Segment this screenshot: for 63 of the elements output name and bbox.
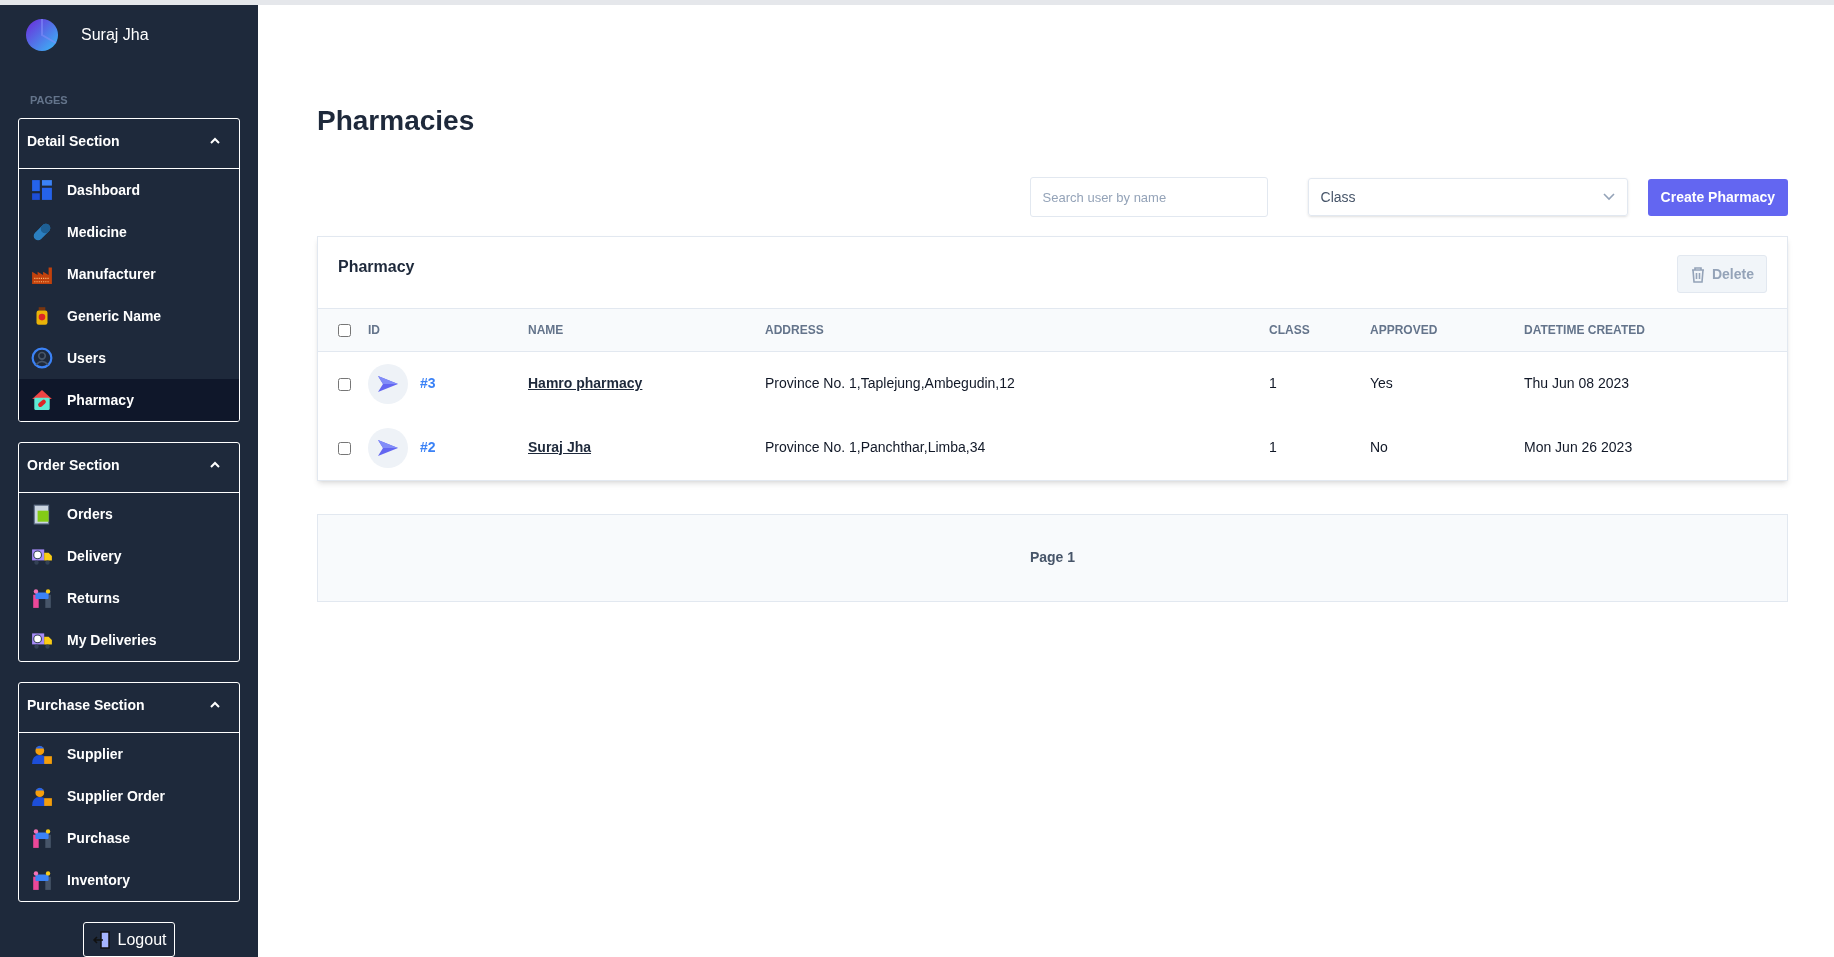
sidebar-item[interactable]: Purchase xyxy=(19,817,239,859)
worker-with-box-icon xyxy=(31,785,53,807)
checkbox[interactable] xyxy=(338,441,351,455)
sidebar-heading: PAGES xyxy=(29,92,69,108)
search-field[interactable]: Search user by name xyxy=(1029,177,1268,217)
class-cell: 1 xyxy=(1269,375,1277,392)
column-header: NAME xyxy=(528,323,564,337)
class-select[interactable]: Class xyxy=(1307,178,1628,216)
sidebar-item[interactable]: Pharmacy xyxy=(19,379,239,421)
column-header: CLASS xyxy=(1269,323,1310,337)
sidebar-item[interactable]: Generic Name xyxy=(19,295,239,337)
chevron-up-icon xyxy=(209,136,221,146)
class-cell: 1 xyxy=(1269,439,1277,455)
name-link[interactable]: Hamro pharmacy xyxy=(528,375,643,392)
sidebar-item[interactable]: Orders xyxy=(19,493,239,535)
address-cell: Province No. 1,Panchthar,Limba,34 xyxy=(765,439,986,455)
page-title: Pharmacies xyxy=(317,104,476,138)
column-header: ID xyxy=(368,323,380,337)
id-link[interactable]: #3 xyxy=(420,373,436,395)
user-name: Suraj Jha xyxy=(81,24,149,45)
address-cell: Province No. 1,Taplejung,Ambegudin,12 xyxy=(765,375,1015,392)
chevron-down-icon xyxy=(1602,193,1615,201)
sidebar-item[interactable]: Supplier Order xyxy=(19,775,239,817)
people-carrying-box-icon xyxy=(31,869,53,891)
date-cell: Thu Jun 08 2023 xyxy=(1524,375,1630,392)
house-icon xyxy=(31,389,53,411)
avatar-icon xyxy=(26,18,58,51)
chevron-up-icon xyxy=(209,460,221,470)
sidebar-item[interactable]: Inventory xyxy=(19,859,239,901)
sidebar-item[interactable]: Users xyxy=(19,337,239,379)
people-carrying-box-icon xyxy=(31,827,53,849)
section-header[interactable]: Purchase Section xyxy=(19,683,239,732)
logout-icon xyxy=(91,929,112,950)
sidebar-item[interactable]: Manufacturer xyxy=(19,253,239,295)
column-header: APPROVED xyxy=(1370,323,1438,337)
section-header[interactable]: Order Section xyxy=(19,443,239,492)
logout-button[interactable]: Logout xyxy=(82,922,176,957)
sidebar-item[interactable]: My Deliveries xyxy=(19,619,239,661)
sidebar-item[interactable]: Returns xyxy=(19,577,239,619)
page-label: Page 1 xyxy=(1029,548,1076,567)
sidebar-item[interactable]: Delivery xyxy=(19,535,239,577)
worker-with-box-icon xyxy=(31,743,53,765)
dashboard-grid-icon xyxy=(31,179,53,201)
date-cell: Mon Jun 26 2023 xyxy=(1524,439,1633,455)
column-header: ADDRESS xyxy=(765,323,824,337)
section-header[interactable]: Detail Section xyxy=(19,119,239,168)
table-title: Pharmacy xyxy=(338,257,415,277)
checkbox[interactable] xyxy=(338,324,351,338)
select-value: Class xyxy=(1320,187,1356,207)
chevron-up-icon xyxy=(209,700,221,710)
id-link[interactable]: #2 xyxy=(420,437,436,458)
name-link[interactable]: Suraj Jha xyxy=(528,439,592,455)
sidebar-item[interactable]: Medicine xyxy=(19,211,239,253)
sidebar-item[interactable]: Dashboard xyxy=(19,169,239,211)
approved-cell: No xyxy=(1370,439,1388,455)
sidebar-item[interactable]: Supplier xyxy=(19,733,239,775)
user-circle-icon xyxy=(31,347,53,369)
trash-icon xyxy=(1689,265,1706,283)
create-pharmacy-button[interactable]: Create Pharmacy xyxy=(1647,178,1788,216)
checkbox[interactable] xyxy=(338,378,351,392)
people-carrying-box-icon xyxy=(31,587,53,609)
approved-cell: Yes xyxy=(1370,375,1393,392)
column-header: DATETIME CREATED xyxy=(1524,323,1645,337)
